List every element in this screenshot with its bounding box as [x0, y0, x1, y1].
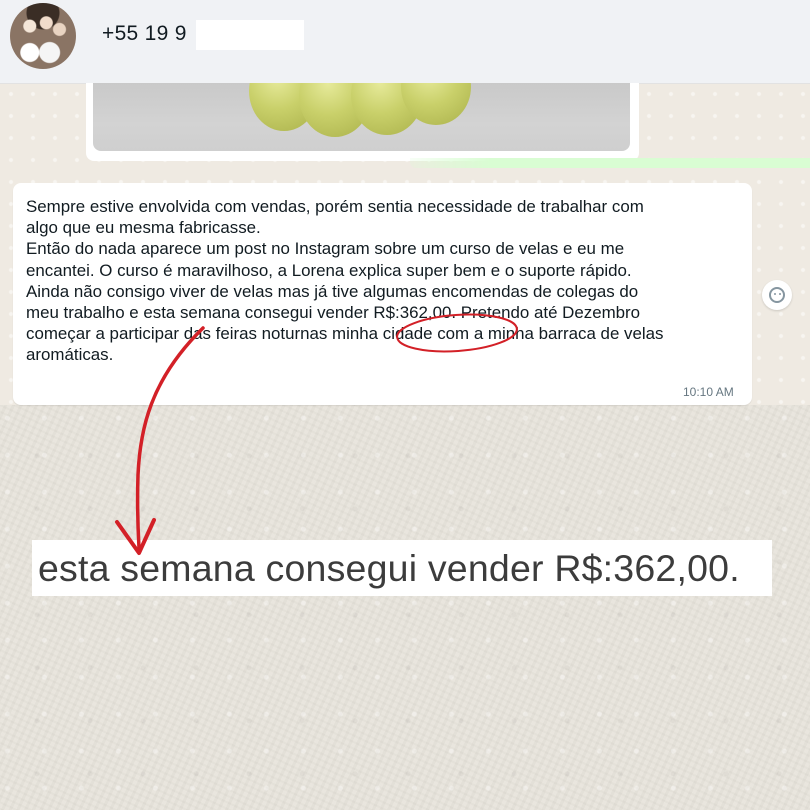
- message-line: aromáticas.: [26, 345, 114, 365]
- zoom-highlight-text: esta semana consegui vender R$:362,00.: [38, 547, 740, 589]
- avatar[interactable]: [10, 3, 76, 69]
- message-line: encantei. O curso é maravilhoso, a Loren…: [26, 260, 632, 280]
- emoji-reaction-button[interactable]: [762, 280, 792, 310]
- message-line: meu trabalho e esta semana consegui vend…: [26, 303, 641, 323]
- outgoing-bubble-edge: [410, 158, 810, 168]
- message-line: Sempre estive envolvida com vendas, poré…: [26, 197, 644, 216]
- message-line: Ainda não consigo viver de velas mas já …: [26, 281, 639, 301]
- message-text: Sempre estive envolvida com vendas, poré…: [26, 196, 746, 366]
- image-message-photo[interactable]: [93, 83, 630, 151]
- chat-header: +55 19 9 04: [0, 0, 810, 84]
- message-line: algo que eu mesma fabricasse.: [26, 218, 261, 238]
- emoji-smiley-icon: [769, 287, 785, 303]
- message-line: começar a participar das feiras noturnas…: [26, 324, 664, 344]
- message-timestamp: 10:10 AM: [683, 385, 734, 399]
- redaction-box: [196, 20, 304, 50]
- message-line: Então do nada aparece um post no Instagr…: [26, 239, 625, 259]
